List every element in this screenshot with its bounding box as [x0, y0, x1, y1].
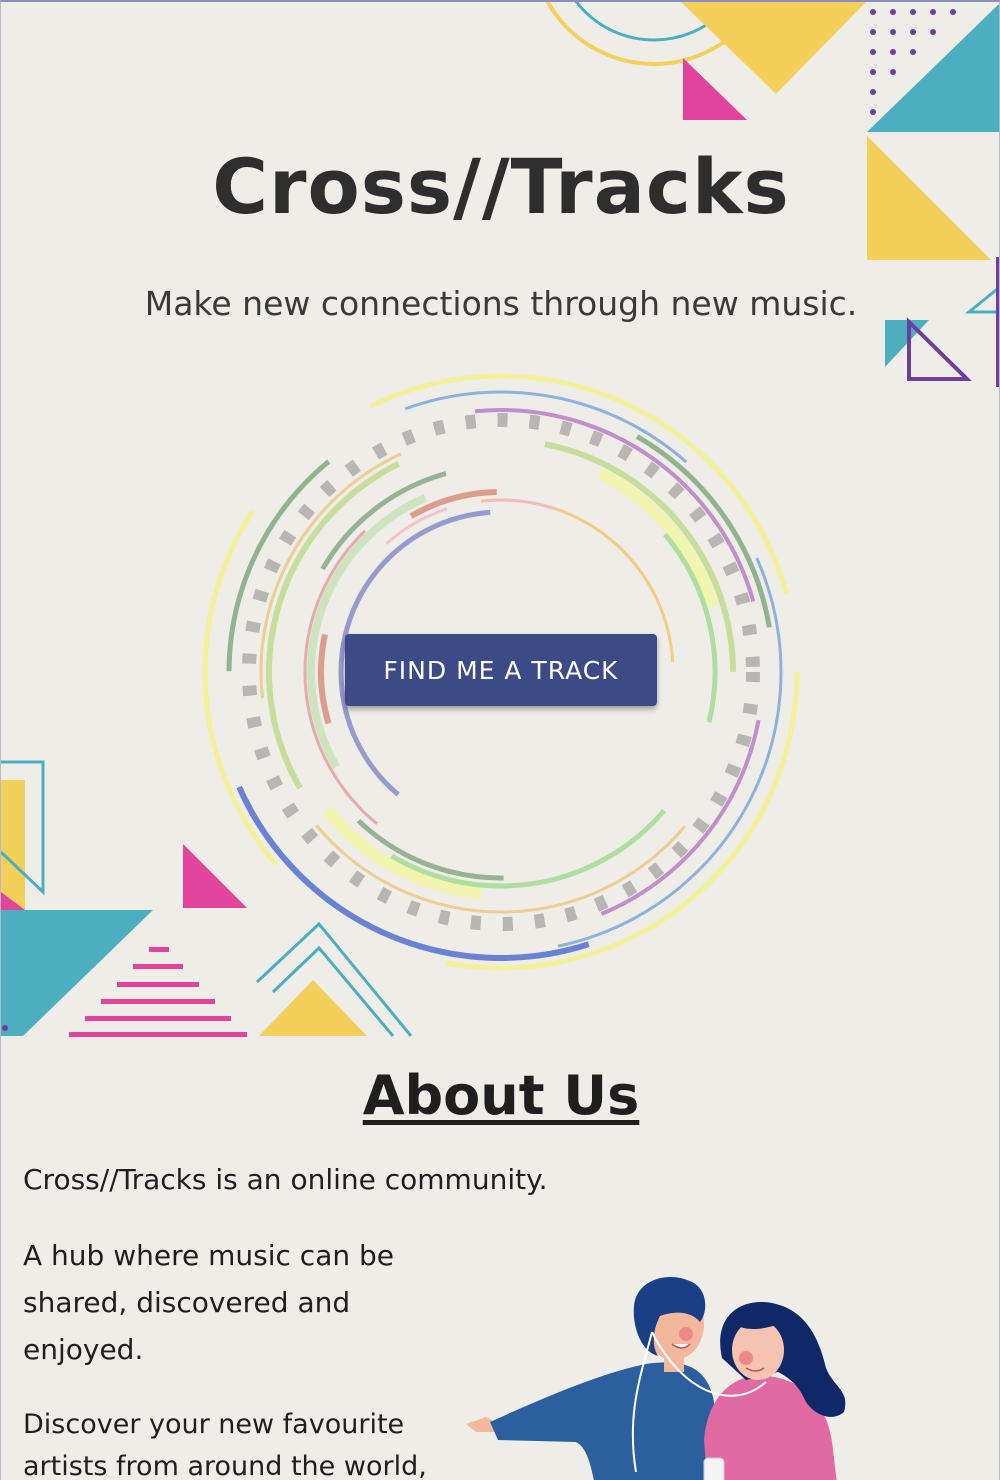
about-paragraph: Discover your new favourite artists from…	[23, 1409, 427, 1480]
about-paragraph: Cross//Tracks is an online community.	[23, 1163, 548, 1196]
find-track-button[interactable]: FIND ME A TRACK	[345, 634, 657, 706]
about-paragraph: A hub where music can be shared, discove…	[23, 1239, 394, 1366]
couple-listening-illustration	[466, 1276, 846, 1480]
about-heading: About Us	[362, 1064, 640, 1127]
site-title: Cross//Tracks	[212, 142, 790, 231]
tagline: Make new connections through new music.	[144, 284, 858, 323]
page-frame: Cross//Tracks Make new connections throu…	[0, 0, 1000, 1480]
